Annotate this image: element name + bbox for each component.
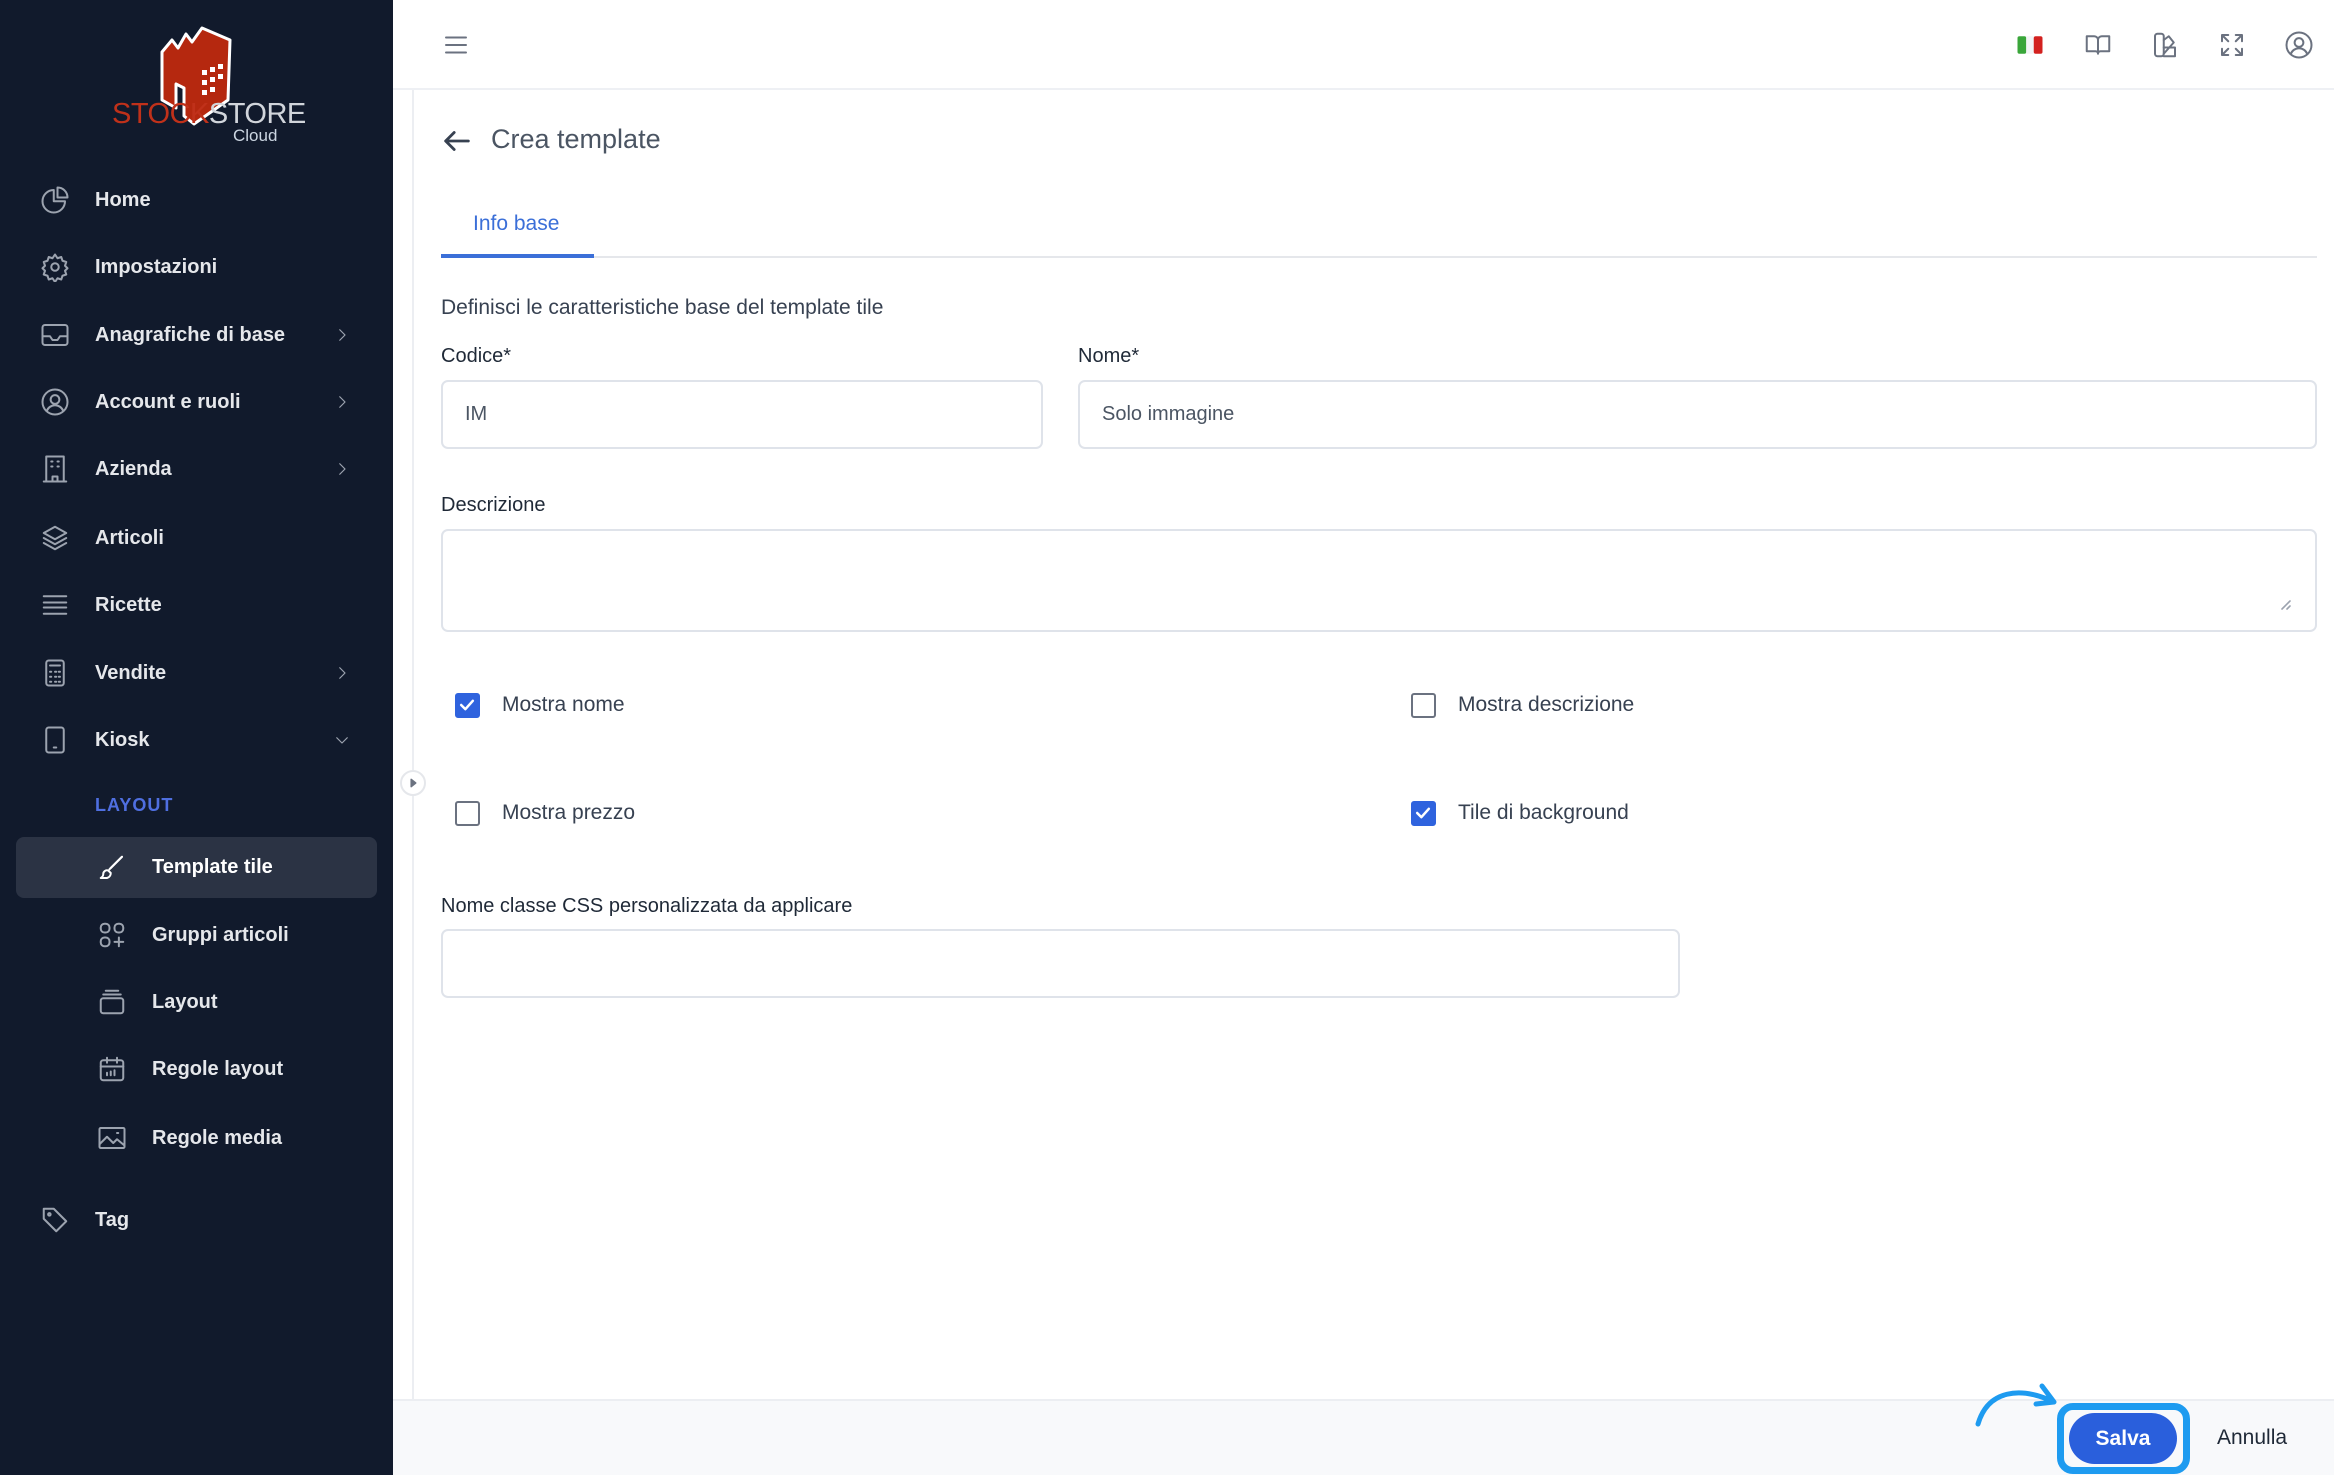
chevron-right-icon <box>339 396 346 408</box>
inbox-icon <box>41 324 69 346</box>
tab-active-indicator <box>441 254 594 258</box>
book-icon[interactable] <box>2083 30 2113 60</box>
sidebar-item-regole-media[interactable]: Regole media <box>0 1108 393 1168</box>
sidebar-item-gruppi-articoli[interactable]: Gruppi articoli <box>0 905 393 965</box>
sidebar-item-template-tile[interactable]: Template tile <box>16 837 377 898</box>
fullscreen-icon[interactable] <box>2217 30 2247 60</box>
page-title: Crea template <box>491 124 661 154</box>
calculator-icon <box>45 659 65 687</box>
sidebar-item-kiosk[interactable]: Kiosk <box>0 710 393 770</box>
mostra-nome-label: Mostra nome <box>502 693 625 716</box>
grid-plus-icon <box>99 922 125 948</box>
sidebar-item-articoli[interactable]: Articoli <box>0 508 393 568</box>
form-description: Definisci le caratteristiche base del te… <box>441 296 884 319</box>
resize-handle-icon[interactable] <box>2278 597 2292 611</box>
chevron-right-icon <box>339 329 346 341</box>
tab-info-base[interactable]: Info base <box>473 212 559 236</box>
sidebar-collapse-toggle[interactable] <box>400 770 426 796</box>
brand-suffix: Cloud <box>233 126 278 145</box>
sidebar-item-label: Template tile <box>152 856 273 878</box>
italian-flag-icon[interactable] <box>2015 30 2045 60</box>
mostra-prezzo-label: Mostra prezzo <box>502 801 636 824</box>
descrizione-label: Descrizione <box>441 494 546 516</box>
cancel-button[interactable]: Annulla <box>2217 1426 2287 1450</box>
nome-input[interactable]: Solo immagine <box>1078 380 2317 449</box>
sidebar-section-layout: LAYOUT <box>95 795 174 815</box>
save-button[interactable]: Salva <box>2069 1413 2177 1464</box>
sidebar-item-home[interactable]: Home <box>0 170 393 230</box>
nome-label: Nome* <box>1078 345 1140 367</box>
mostra-nome-checkbox[interactable] <box>455 693 480 718</box>
descrizione-textarea[interactable] <box>441 529 2317 632</box>
mostra-descrizione-label: Mostra descrizione <box>1458 693 1635 716</box>
content-divider <box>412 90 414 1400</box>
stack-icon <box>99 989 125 1015</box>
sidebar-item-account-e-ruoli[interactable]: Account e ruoli <box>0 372 393 432</box>
sidebar-item-vendite[interactable]: Vendite <box>0 643 393 703</box>
calendar-icon <box>99 1056 125 1082</box>
sidebar-item-tag[interactable]: Tag <box>0 1190 393 1250</box>
mostra-descrizione-checkbox[interactable] <box>1411 693 1436 718</box>
codice-label: Codice* <box>441 345 512 367</box>
tile-background-label: Tile di background <box>1458 801 1629 824</box>
sidebar-item-label: Regole media <box>152 1126 283 1149</box>
pointer-arrow-icon <box>1975 1383 2057 1427</box>
menu-icon[interactable] <box>441 30 471 60</box>
sidebar-item-azienda[interactable]: Azienda <box>0 439 393 499</box>
mostra-prezzo-checkbox[interactable] <box>455 801 480 826</box>
sidebar-item-label: Regole layout <box>152 1057 284 1080</box>
sidebar-item-label: Vendite <box>95 661 167 684</box>
brush-icon <box>99 855 123 879</box>
tile-background-checkbox[interactable] <box>1411 801 1436 826</box>
tab-divider <box>441 256 2317 258</box>
sidebar-item-label: Tag <box>95 1208 130 1231</box>
codice-input[interactable]: IM <box>441 380 1043 449</box>
tablet-icon <box>45 726 65 754</box>
sidebar-item-label: Layout <box>152 990 218 1013</box>
sidebar-item-label: Anagrafiche di base <box>95 323 286 346</box>
back-arrow-icon[interactable] <box>440 124 474 158</box>
css-class-input[interactable] <box>441 929 1680 998</box>
sidebar-item-label: Impostazioni <box>95 255 218 278</box>
chevron-down-icon <box>336 737 348 744</box>
chevron-right-icon <box>339 463 346 475</box>
image-icon <box>98 1127 126 1149</box>
layers-icon <box>42 525 68 551</box>
swatch-icon[interactable] <box>2150 30 2180 60</box>
sidebar-item-label: Azienda <box>95 457 172 480</box>
sidebar-item-label: Kiosk <box>95 728 150 751</box>
sidebar-item-label: Gruppi articoli <box>152 923 289 946</box>
sidebar-item-ricette[interactable]: Ricette <box>0 575 393 635</box>
sidebar-item-label: Home <box>95 188 151 211</box>
chevron-right-icon <box>339 667 346 679</box>
tag-icon <box>42 1207 68 1233</box>
sidebar-item-label: Account e ruoli <box>95 390 241 413</box>
sidebar-item-regole-layout[interactable]: Regole layout <box>0 1039 393 1099</box>
account-icon[interactable] <box>2284 30 2314 60</box>
css-class-label: Nome classe CSS personalizzata da applic… <box>441 895 853 917</box>
list-icon <box>42 595 68 615</box>
building-icon <box>42 455 68 483</box>
pie-chart-icon <box>41 186 69 214</box>
sidebar-item-anagrafiche-di-base[interactable]: Anagrafiche di base <box>0 305 393 365</box>
user-circle-icon <box>41 388 69 416</box>
sidebar-item-layout[interactable]: Layout <box>0 972 393 1032</box>
sidebar-item-label: Ricette <box>95 593 162 616</box>
gear-icon <box>41 253 69 282</box>
sidebar-item-impostazioni[interactable]: Impostazioni <box>0 237 393 297</box>
sidebar-item-label: Articoli <box>95 526 164 549</box>
top-header <box>393 0 2334 90</box>
sidebar: STOCKSTORE Cloud Home Impostazioni Anagraf… <box>0 0 393 1475</box>
